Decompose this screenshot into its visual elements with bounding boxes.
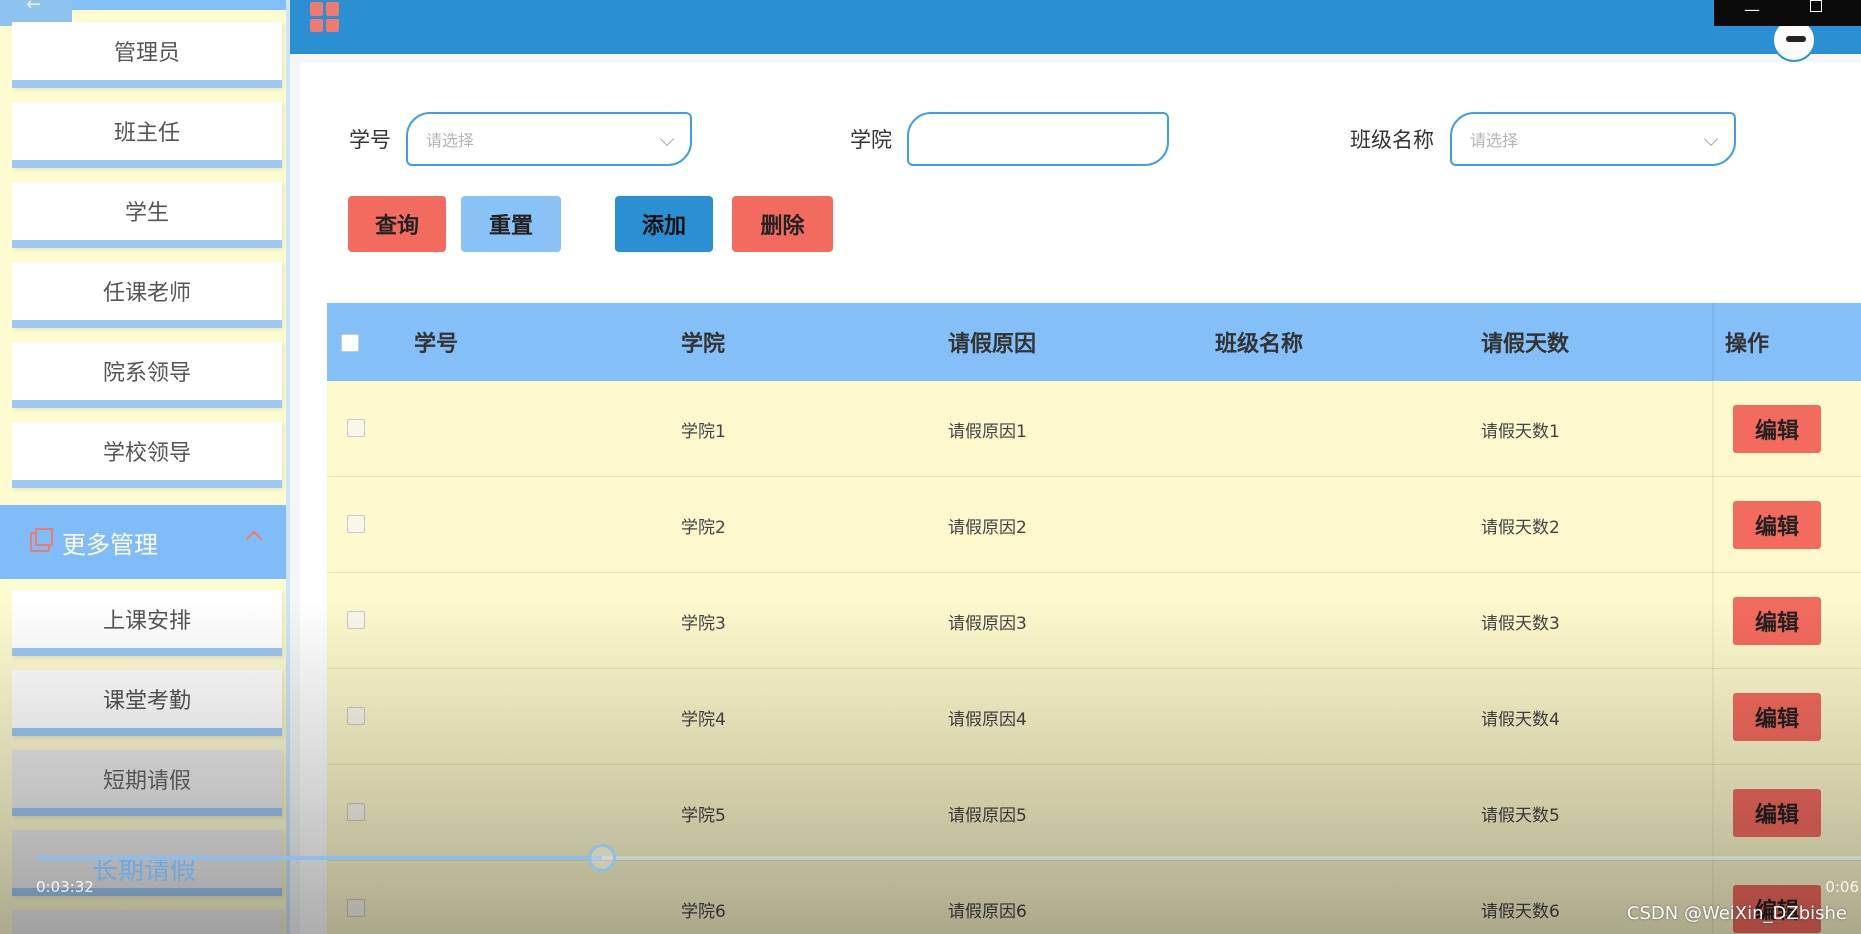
sidebar-item-attendance[interactable]: 课堂考勤 [12,670,282,736]
progress-fill [36,856,602,860]
sidebar-item-label: 课堂考勤 [102,689,191,714]
sidebar-item-next[interactable] [12,910,282,934]
row-checkbox[interactable] [347,611,365,629]
edit-button[interactable]: 编辑 [1733,405,1821,453]
sidebar-item-class-schedule[interactable]: 上课安排 [12,590,282,656]
cell-days: 请假天数5 [1481,805,1560,826]
edit-button[interactable]: 编辑 [1733,789,1821,837]
grid-menu-icon[interactable] [310,2,340,32]
sidebar-item-label: 任课老师 [102,281,191,306]
edit-button[interactable]: 编辑 [1733,693,1821,741]
student-id-label: 学号 [349,128,391,152]
top-header: — [290,0,1861,62]
chevron-down-icon [1703,131,1719,147]
column-header-student-id[interactable]: 学号 [414,303,458,381]
actions-column-divider [1712,303,1714,934]
delete-button[interactable]: 删除 [732,196,833,252]
column-header-days[interactable]: 请假天数 [1481,303,1569,381]
copy-icon [30,528,53,552]
row-checkbox[interactable] [347,515,365,533]
reset-button[interactable]: 重置 [461,196,561,252]
class-name-placeholder: 请选择 [1470,131,1519,150]
cell-days: 请假天数6 [1481,901,1560,922]
sidebar-item-headteacher[interactable]: 班主任 [12,102,282,168]
cell-college: 学院4 [681,709,726,730]
sidebar-item-label: 班主任 [113,121,180,146]
sidebar-item-label: 院系领导 [102,361,191,386]
add-button[interactable]: 添加 [615,196,713,252]
window-controls: — [1714,0,1861,26]
table-header: 学号 学院 请假原因 班级名称 请假天数 操作 [327,303,1861,381]
table-row: 学院4 请假原因4 请假天数4 编辑 [327,669,1861,765]
cell-college: 学院3 [681,613,726,634]
edit-button[interactable]: 编辑 [1733,597,1821,645]
table-row: 学院1 请假原因1 请假天数1 编辑 [327,381,1861,477]
sidebar-edge [286,0,290,934]
sidebar-group-more[interactable]: 更多管理 [0,505,290,579]
row-checkbox[interactable] [347,419,365,437]
cell-days: 请假天数4 [1481,709,1560,730]
row-checkbox[interactable] [347,707,365,725]
student-id-placeholder: 请选择 [426,131,475,150]
sidebar-item-label: 管理员 [113,41,180,66]
sidebar-item-label: 上课安排 [102,609,191,634]
cell-college: 学院2 [681,517,726,538]
sidebar: ← 管理员 班主任 学生 任课老师 院系领导 学校领导 上课安排 课堂考勤 短期… [0,0,290,934]
cell-reason: 请假原因3 [948,613,1027,634]
chevron-down-icon [659,131,675,147]
edit-button[interactable]: 编辑 [1733,501,1821,549]
cell-reason: 请假原因2 [948,517,1027,538]
minimize-icon[interactable]: — [1744,0,1760,19]
elapsed-time: 0:03:32 [36,878,94,896]
sidebar-item-teacher[interactable]: 任课老师 [12,262,282,328]
cell-reason: 请假原因1 [948,421,1027,442]
sidebar-item-admin[interactable]: 管理员 [12,22,282,88]
class-name-label: 班级名称 [1350,128,1434,152]
progress-knob[interactable] [588,844,616,872]
cell-college: 学院1 [681,421,726,442]
row-checkbox[interactable] [347,803,365,821]
cell-reason: 请假原因4 [948,709,1027,730]
query-button[interactable]: 查询 [348,196,446,252]
cell-college: 学院6 [681,901,726,922]
sidebar-item-label: 短期请假 [102,769,191,794]
class-name-select[interactable]: 请选择 [1450,112,1736,166]
column-header-class-name[interactable]: 班级名称 [1215,303,1303,381]
select-all-checkbox[interactable] [341,334,359,352]
sidebar-item-school-leader[interactable]: 学校领导 [12,422,282,488]
sidebar-group-label: 更多管理 [62,530,158,559]
column-header-actions: 操作 [1725,332,1770,357]
cell-days: 请假天数1 [1481,421,1560,442]
sidebar-item-label: 学生 [124,201,169,226]
cell-college: 学院5 [681,805,726,826]
table-row: 学院5 请假原因5 请假天数5 编辑 [327,765,1861,861]
table-row: 学院3 请假原因3 请假天数3 编辑 [327,573,1861,669]
cell-days: 请假天数2 [1481,517,1560,538]
total-time: 0:06 [1825,878,1859,896]
cell-reason: 请假原因5 [948,805,1027,826]
chevron-up-icon [245,530,263,548]
sidebar-item-label: 学校领导 [102,441,191,466]
table-row: 学院2 请假原因2 请假天数2 编辑 [327,477,1861,573]
main-panel: 学号 请选择 学院 班级名称 请选择 查询 重置 添加 删除 学号 学院 请假原… [300,62,1861,934]
watermark: CSDN @WeiXin_DZbishe [1626,903,1847,924]
sidebar-item-dept-leader[interactable]: 院系领导 [12,342,282,408]
row-checkbox[interactable] [347,899,365,917]
cell-reason: 请假原因6 [948,901,1027,922]
sidebar-item-student[interactable]: 学生 [12,182,282,248]
college-input[interactable] [907,112,1169,166]
cell-days: 请假天数3 [1481,613,1560,634]
column-header-reason[interactable]: 请假原因 [948,303,1036,381]
maximize-icon[interactable] [1810,0,1822,12]
college-label: 学院 [850,128,892,152]
column-header-college[interactable]: 学院 [681,303,725,381]
student-id-select[interactable]: 请选择 [406,112,692,166]
sidebar-item-short-leave[interactable]: 短期请假 [12,750,282,816]
